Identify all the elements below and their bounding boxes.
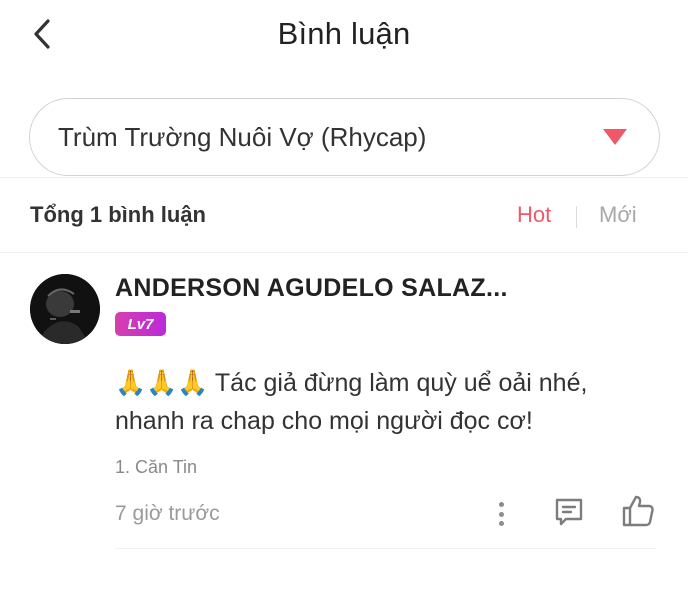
dot <box>498 521 504 526</box>
sort-hot-tab[interactable]: Hot <box>517 202 551 228</box>
page-title: Bình luận <box>277 16 411 51</box>
reply-button[interactable] <box>553 496 585 528</box>
like-button[interactable] <box>621 494 655 528</box>
divider <box>0 177 688 178</box>
level-badge: Lv7 <box>115 312 166 336</box>
comment-icon <box>555 498 583 526</box>
divider <box>115 548 656 549</box>
avatar-image <box>30 274 100 344</box>
sort-new-tab[interactable]: Mới <box>599 202 637 228</box>
avatar[interactable] <box>30 274 100 344</box>
comment-timestamp: 7 giờ trước <box>115 502 220 525</box>
comment-item: ANDERSON AGUDELO SALAZ... Lv7 🙏🙏🙏 Tác gi… <box>0 260 688 560</box>
dot <box>498 502 504 507</box>
chapter-tag[interactable]: 1. Căn Tin <box>115 457 197 478</box>
chapter-select[interactable]: Trùm Trường Nuôi Vợ (Rhycap) <box>29 98 660 176</box>
total-comments-label: Tổng 1 bình luận <box>30 202 206 227</box>
sort-separator <box>576 206 577 228</box>
thumbs-up-icon <box>622 495 654 527</box>
divider <box>0 252 688 253</box>
pray-emoji: 🙏🙏🙏 <box>115 369 209 397</box>
comment-summary-bar: Tổng 1 bình luận Hot Mới <box>0 190 688 242</box>
comment-body: 🙏🙏🙏 Tác giả đừng làm quỳ uể oải nhé, nha… <box>115 364 655 440</box>
caret-down-icon <box>603 129 627 145</box>
more-vertical-icon[interactable] <box>490 500 512 528</box>
header: Bình luận <box>0 0 688 72</box>
dot <box>498 511 504 517</box>
chapter-select-value: Trùm Trường Nuôi Vợ (Rhycap) <box>58 121 427 152</box>
comment-username[interactable]: ANDERSON AGUDELO SALAZ... <box>115 274 508 303</box>
